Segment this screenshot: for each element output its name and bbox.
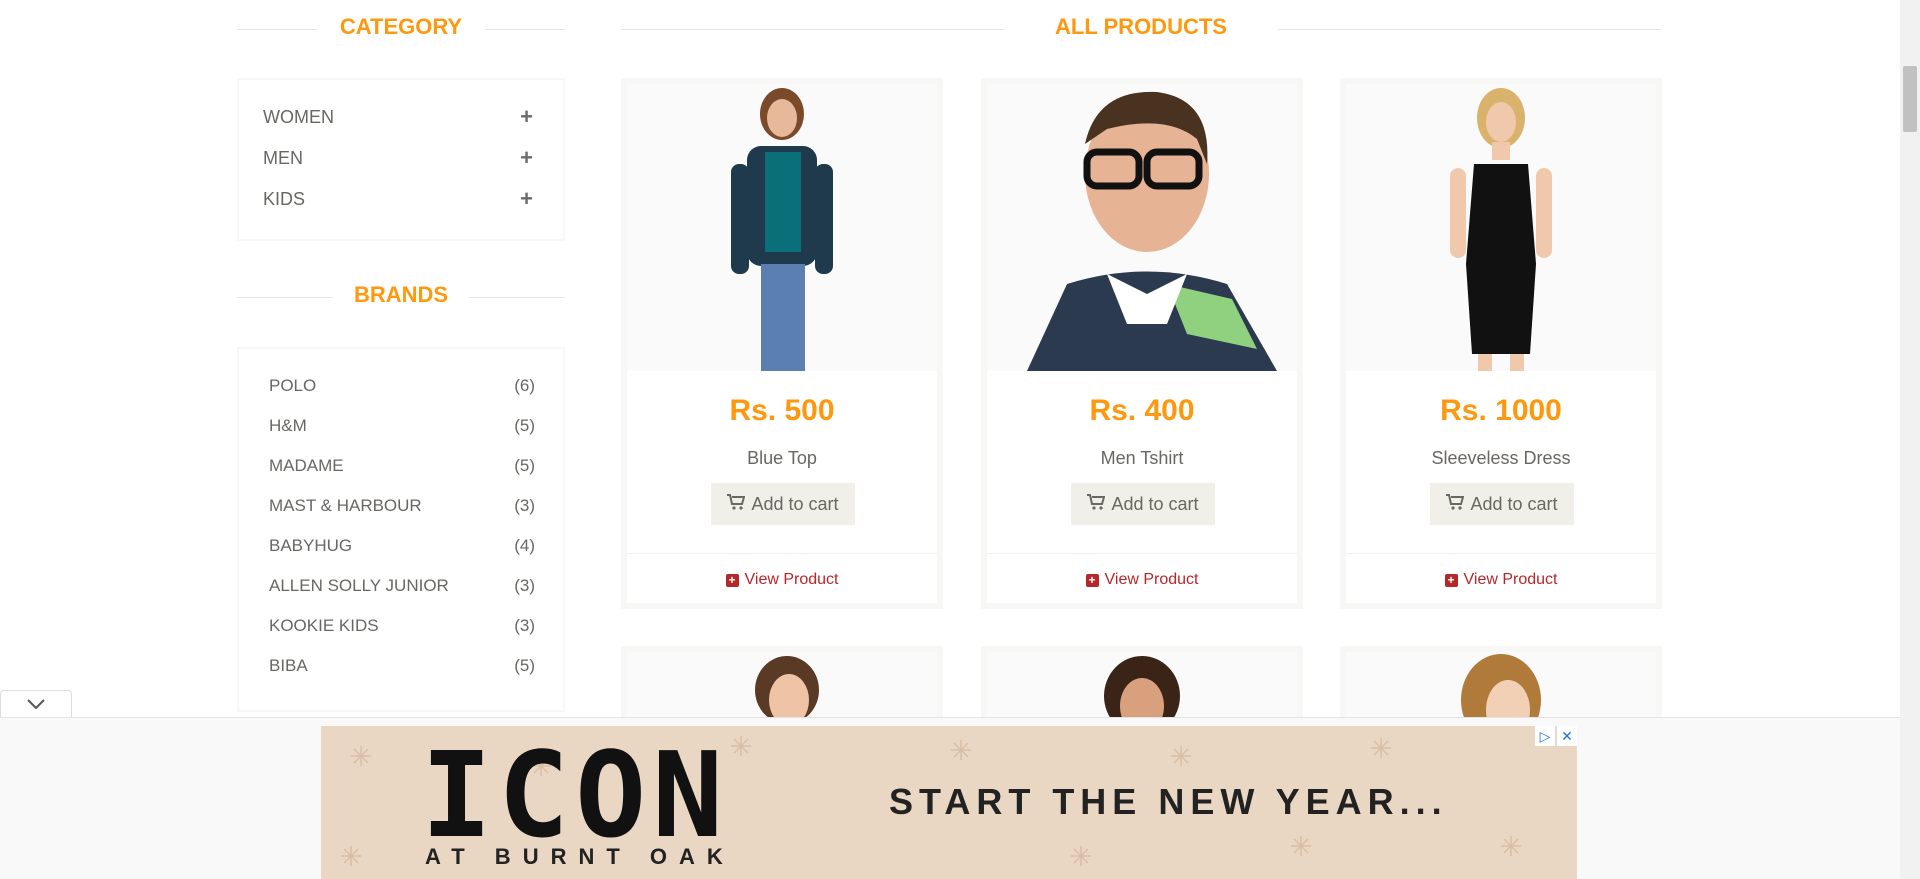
ad-subtitle: AT BURNT OAK (425, 844, 735, 869)
cart-icon (1446, 493, 1465, 515)
product-price: Rs. 400 (1089, 394, 1195, 427)
brand-label[interactable]: H&M (269, 416, 307, 436)
add-to-cart-button[interactable]: Add to cart (1430, 483, 1574, 525)
product-price: Rs. 500 (729, 394, 835, 427)
brand-count: (5) (514, 456, 535, 475)
category-item-women[interactable]: WOMEN + (263, 102, 533, 132)
brand-count: (5) (514, 656, 535, 675)
add-to-cart-button[interactable]: Add to cart (1071, 483, 1215, 525)
product-card (621, 646, 943, 726)
add-to-cart-button[interactable]: Add to cart (711, 483, 855, 525)
brand-item-polo[interactable]: POLO (6) (269, 371, 535, 401)
view-product-label[interactable]: View Product (1464, 571, 1558, 589)
ad-bar: ICON AT BURNT OAK START THE NEW YEAR... … (0, 717, 1900, 879)
view-product-link[interactable]: + View Product (627, 571, 937, 589)
add-to-cart-label[interactable]: Add to cart (1111, 494, 1198, 515)
adchoices-icon[interactable]: ▷ (1535, 726, 1555, 746)
category-item-kids[interactable]: KIDS + (263, 184, 533, 214)
brand-label[interactable]: KOOKIE KIDS (269, 616, 379, 636)
product-card: Rs. 400 Men Tshirt Add to cart + View Pr… (981, 78, 1303, 609)
view-product-link[interactable]: + View Product (1346, 571, 1656, 589)
brand-label[interactable]: POLO (269, 376, 316, 396)
brand-label[interactable]: ALLEN SOLLY JUNIOR (269, 576, 449, 596)
scrollbar[interactable] (1900, 0, 1920, 879)
all-products-title: ALL PRODUCTS (1004, 14, 1278, 40)
plus-square-icon: + (1085, 573, 1099, 587)
product-image (987, 84, 1297, 371)
ad-collapse-button[interactable] (0, 690, 72, 718)
ad-logo: ICON (421, 726, 730, 864)
cart-icon (727, 493, 746, 515)
product-image (627, 84, 937, 371)
brand-item-babyhug[interactable]: BABYHUG (4) (269, 531, 535, 561)
all-products-heading: ALL PRODUCTS (621, 0, 1661, 40)
ad-tagline: START THE NEW YEAR... (889, 781, 1448, 822)
brand-count: (3) (514, 616, 535, 635)
chevron-down-icon[interactable] (27, 696, 45, 714)
product-image (1346, 652, 1656, 726)
brand-item-allen-solly-junior[interactable]: ALLEN SOLLY JUNIOR (3) (269, 571, 535, 601)
brand-count: (4) (514, 536, 535, 555)
brand-count: (5) (514, 416, 535, 435)
product-image (1346, 84, 1656, 371)
plus-icon[interactable]: + (520, 145, 533, 171)
brand-label[interactable]: MADAME (269, 456, 344, 476)
brands-panel: POLO (6) H&M (5) MADAME (5) MAST & HARBO… (237, 347, 565, 712)
category-title: CATEGORY (317, 14, 485, 40)
category-heading: CATEGORY (237, 0, 565, 40)
product-card (981, 646, 1303, 726)
brand-count: (6) (514, 376, 535, 395)
category-item-men[interactable]: MEN + (263, 143, 533, 173)
plus-icon[interactable]: + (520, 104, 533, 130)
product-card (1340, 646, 1662, 726)
brand-item-hm[interactable]: H&M (5) (269, 411, 535, 441)
category-panel: WOMEN + MEN + KIDS + (237, 78, 565, 241)
scrollbar-thumb[interactable] (1903, 66, 1917, 132)
brand-count: (3) (514, 496, 535, 515)
brand-count: (3) (514, 576, 535, 595)
plus-square-icon: + (725, 573, 739, 587)
plus-square-icon: + (1444, 573, 1458, 587)
add-to-cart-label[interactable]: Add to cart (751, 494, 838, 515)
product-price: Rs. 1000 (1440, 394, 1562, 427)
view-product-label[interactable]: View Product (745, 571, 839, 589)
add-to-cart-label[interactable]: Add to cart (1470, 494, 1557, 515)
product-name: Men Tshirt (1100, 448, 1184, 468)
cart-icon (1087, 493, 1106, 515)
ad-banner[interactable]: ICON AT BURNT OAK START THE NEW YEAR... … (321, 726, 1577, 879)
category-item-label[interactable]: MEN (263, 148, 303, 169)
product-image (987, 652, 1297, 726)
category-item-label[interactable]: WOMEN (263, 107, 334, 128)
product-image (627, 652, 937, 726)
brand-item-madame[interactable]: MADAME (5) (269, 451, 535, 481)
view-product-link[interactable]: + View Product (987, 571, 1297, 589)
brand-item-biba[interactable]: BIBA (5) (269, 651, 535, 681)
product-card: Rs. 500 Blue Top Add to cart + View Prod… (621, 78, 943, 609)
product-card: Rs. 1000 Sleeveless Dress Add to cart + … (1340, 78, 1662, 609)
product-name: Blue Top (747, 448, 817, 468)
brand-label[interactable]: BABYHUG (269, 536, 352, 556)
product-name: Sleeveless Dress (1431, 448, 1571, 468)
brands-heading: BRANDS (237, 268, 565, 308)
category-item-label[interactable]: KIDS (263, 189, 305, 210)
view-product-label[interactable]: View Product (1105, 571, 1199, 589)
brands-title: BRANDS (333, 282, 469, 308)
brand-label[interactable]: BIBA (269, 656, 308, 676)
close-icon[interactable]: ✕ (1557, 726, 1577, 746)
brand-item-mast-harbour[interactable]: MAST & HARBOUR (3) (269, 491, 535, 521)
brand-item-kookie-kids[interactable]: KOOKIE KIDS (3) (269, 611, 535, 641)
brand-label[interactable]: MAST & HARBOUR (269, 496, 422, 516)
plus-icon[interactable]: + (520, 186, 533, 212)
